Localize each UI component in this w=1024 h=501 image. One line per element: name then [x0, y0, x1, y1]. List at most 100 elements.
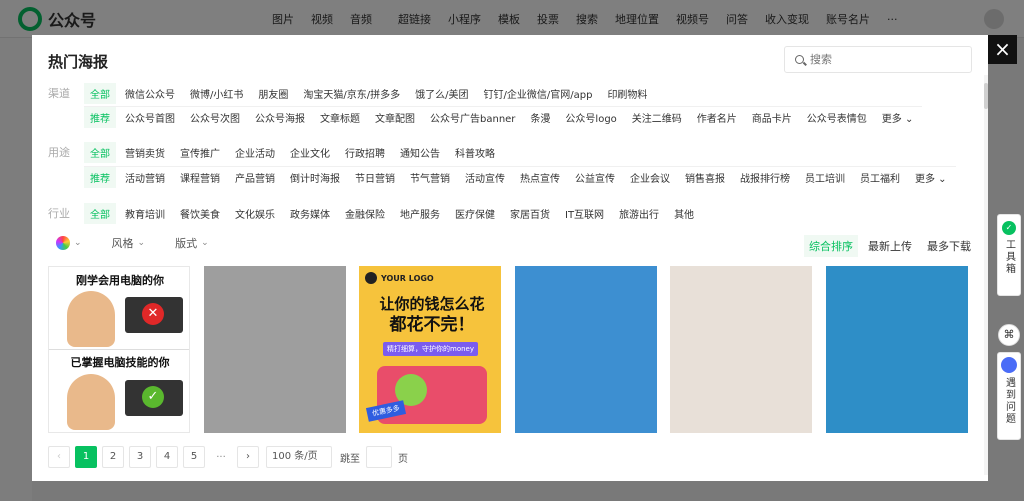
- usage-more-button[interactable]: 更多 ⌄: [909, 167, 953, 188]
- channel-sub-chip[interactable]: 关注二维码: [626, 107, 688, 128]
- search-input[interactable]: [810, 53, 960, 66]
- channel-sub-chip[interactable]: 作者名片: [691, 107, 743, 128]
- channel-sub-chip[interactable]: 条漫: [524, 107, 556, 128]
- usage-sub-chip[interactable]: 员工福利: [854, 167, 906, 188]
- poster-card[interactable]: [204, 266, 346, 433]
- layout-label: 版式: [175, 237, 198, 250]
- usage-chip[interactable]: 企业活动: [229, 142, 281, 163]
- poster-modal: 热门海报 渠道 全部 微信公众号 微博/小红书 朋友圈 淘宝天猫/京东/拼多多 …: [32, 35, 988, 481]
- usage-sub-chip[interactable]: 热点宣传: [514, 167, 566, 188]
- jump-label: 跳至: [340, 453, 360, 465]
- page-unit-label: 页: [398, 453, 408, 465]
- poster-card[interactable]: [515, 266, 657, 433]
- usage-sub-chip[interactable]: 节日营销: [349, 167, 401, 188]
- color-wheel-icon: [56, 236, 70, 250]
- channel-chip[interactable]: 全部: [84, 82, 116, 104]
- industry-chip[interactable]: 文化娱乐: [229, 203, 281, 224]
- industry-chip[interactable]: 全部: [84, 202, 116, 224]
- pagination: ‹ 1 2 3 4 5 ··· › 100 条/页 跳至 页: [48, 446, 414, 468]
- modal-scrollbar[interactable]: [984, 75, 988, 475]
- page-button[interactable]: 1: [75, 446, 97, 468]
- page-button[interactable]: 2: [102, 446, 124, 468]
- channel-sub-chip[interactable]: 文章标题: [314, 107, 366, 128]
- usage-sub-chip[interactable]: 活动宣传: [459, 167, 511, 188]
- channel-more-button[interactable]: 更多 ⌄: [876, 107, 920, 128]
- toolbox-panel[interactable]: ✓ 工具箱: [997, 214, 1021, 296]
- usage-sub-chip[interactable]: 员工培训: [799, 167, 851, 188]
- channel-sub-chip[interactable]: 公众号次图: [184, 107, 246, 128]
- usage-sub-chip[interactable]: 推荐: [84, 167, 116, 188]
- channel-sub-chip[interactable]: 公众号海报: [249, 107, 311, 128]
- chevron-down-icon: ⌄: [137, 238, 146, 248]
- usage-sub-chip[interactable]: 战报排行榜: [734, 167, 796, 188]
- meme-bottom-text: 已掌握电脑技能的你: [70, 356, 170, 369]
- channel-label: 渠道: [48, 87, 70, 100]
- next-page-button[interactable]: ›: [237, 446, 259, 468]
- channel-sub-chip[interactable]: 公众号logo: [559, 107, 622, 128]
- poster-card[interactable]: 刚学会用电脑的你 ✕ 已掌握电脑技能的你 ✓: [48, 266, 190, 433]
- channel-chip[interactable]: 微信公众号: [119, 83, 181, 104]
- usage-chip[interactable]: 企业文化: [284, 142, 336, 163]
- channel-sub-chip[interactable]: 公众号广告banner: [424, 107, 521, 128]
- channel-chip[interactable]: 朋友圈: [252, 83, 294, 104]
- usage-chip[interactable]: 行政招聘: [339, 142, 391, 163]
- channel-chip[interactable]: 饿了么/美团: [409, 83, 474, 104]
- shortcut-icon[interactable]: ⌘: [998, 324, 1020, 346]
- sort-most-downloaded[interactable]: 最多下载: [922, 235, 976, 257]
- usage-sub-chip[interactable]: 销售喜报: [679, 167, 731, 188]
- poster-card[interactable]: YOUR LOGO 让你的钱怎么花 都花不完！ 精打细算，守护你的money 优…: [359, 266, 501, 433]
- usage-chip[interactable]: 营销卖货: [119, 142, 171, 163]
- poster-tagline: 精打细算，守护你的money: [383, 342, 478, 356]
- usage-sub-chip[interactable]: 产品营销: [229, 167, 281, 188]
- industry-chip[interactable]: 其他: [668, 203, 700, 224]
- page-button[interactable]: 3: [129, 446, 151, 468]
- industry-chip[interactable]: 医疗保健: [449, 203, 501, 224]
- jump-page-input[interactable]: [366, 446, 392, 468]
- help-panel[interactable]: 遇到问题: [997, 352, 1021, 440]
- usage-chip[interactable]: 科普攻略: [449, 142, 501, 163]
- industry-chip[interactable]: 家居百货: [504, 203, 556, 224]
- sort-comprehensive[interactable]: 综合排序: [804, 235, 858, 257]
- usage-sub-chip[interactable]: 公益宣传: [569, 167, 621, 188]
- channel-chip[interactable]: 淘宝天猫/京东/拼多多: [297, 83, 406, 104]
- channel-chip[interactable]: 印刷物料: [601, 83, 653, 104]
- industry-chip[interactable]: 餐饮美食: [174, 203, 226, 224]
- usage-sub-chip[interactable]: 企业会议: [624, 167, 676, 188]
- channel-sub-chip[interactable]: 文章配图: [369, 107, 421, 128]
- industry-chip[interactable]: 地产服务: [394, 203, 446, 224]
- channel-chip[interactable]: 微博/小红书: [184, 83, 249, 104]
- usage-sub-chip[interactable]: 活动营销: [119, 167, 171, 188]
- color-filter[interactable]: ⌄: [56, 236, 82, 250]
- page-button[interactable]: 4: [156, 446, 178, 468]
- meme-bottom-panel: 已掌握电脑技能的你 ✓: [49, 350, 189, 432]
- style-dropdown[interactable]: 风格 ⌄: [112, 235, 146, 251]
- channel-sub-chip[interactable]: 推荐: [84, 107, 116, 128]
- poster-headline-2: 都花不完！: [389, 315, 475, 335]
- search-box[interactable]: [784, 46, 972, 73]
- page-ellipsis[interactable]: ···: [210, 452, 232, 463]
- usage-chip[interactable]: 全部: [84, 141, 116, 163]
- sort-newest[interactable]: 最新上传: [863, 235, 917, 257]
- usage-sub-chip[interactable]: 节气营销: [404, 167, 456, 188]
- usage-chip[interactable]: 宣传推广: [174, 142, 226, 163]
- usage-sub-chip[interactable]: 倒计时海报: [284, 167, 346, 188]
- industry-chip[interactable]: 教育培训: [119, 203, 171, 224]
- modal-scrollbar-thumb[interactable]: [984, 83, 988, 109]
- channel-sub-chip[interactable]: 商品卡片: [746, 107, 798, 128]
- industry-chip[interactable]: 旅游出行: [613, 203, 665, 224]
- prev-page-button[interactable]: ‹: [48, 446, 70, 468]
- channel-sub-chip[interactable]: 公众号表情包: [801, 107, 873, 128]
- page-size-select[interactable]: 100 条/页: [266, 446, 332, 468]
- layout-dropdown[interactable]: 版式 ⌄: [175, 235, 209, 251]
- poster-card[interactable]: [826, 266, 968, 433]
- channel-sub-chip[interactable]: 公众号首图: [119, 107, 181, 128]
- industry-chip[interactable]: 政务媒体: [284, 203, 336, 224]
- close-button[interactable]: ×: [988, 35, 1017, 64]
- usage-sub-chip[interactable]: 课程营销: [174, 167, 226, 188]
- channel-chip[interactable]: 钉钉/企业微信/官网/app: [478, 83, 599, 104]
- poster-card[interactable]: [670, 266, 812, 433]
- industry-chip[interactable]: IT互联网: [559, 203, 610, 224]
- page-button[interactable]: 5: [183, 446, 205, 468]
- usage-chip[interactable]: 通知公告: [394, 142, 446, 163]
- industry-chip[interactable]: 金融保险: [339, 203, 391, 224]
